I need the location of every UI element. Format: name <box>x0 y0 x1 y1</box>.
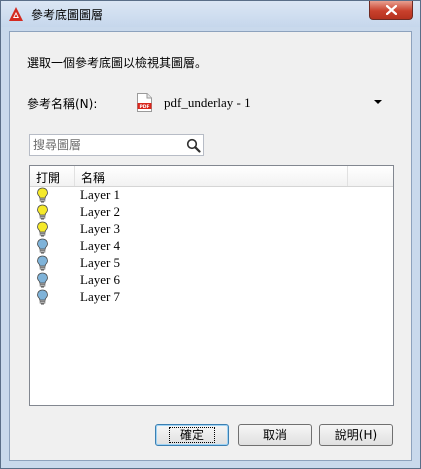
reference-name-value: pdf_underlay - 1 <box>164 95 251 110</box>
lightbulb-off-icon[interactable] <box>36 272 49 288</box>
cancel-button[interactable]: 取消 <box>238 424 312 446</box>
lightbulb-on-icon[interactable] <box>36 187 49 203</box>
lightbulb-on-icon[interactable] <box>36 221 49 237</box>
autocad-logo-icon <box>9 7 23 21</box>
layer-row[interactable]: Layer 7 <box>30 288 393 305</box>
layer-rows: Layer 1 Layer 2 Layer 3 Layer 4 Layer 5 Layer… <box>30 186 393 305</box>
window-title: 參考底圖圖層 <box>31 8 104 22</box>
ok-button-label: 確定 <box>168 427 215 443</box>
layer-row[interactable]: Layer 5 <box>30 254 393 271</box>
search-field[interactable] <box>29 134 204 156</box>
layer-name: Layer 4 <box>80 238 121 253</box>
title-bar[interactable]: 參考底圖圖層 <box>1 1 420 27</box>
layer-list[interactable]: 打開 名稱 Layer 1 Layer 2 Layer 3 Layer 4 Layer … <box>29 165 394 406</box>
layer-row[interactable]: Layer 2 <box>30 203 393 220</box>
layer-name: Layer 7 <box>80 289 121 304</box>
column-header-on[interactable]: 打開 <box>30 166 75 186</box>
search-icon[interactable] <box>186 138 201 153</box>
dialog-body: 選取一個參考底圖以檢視其圖層。 參考名稱(N): PDF pdf_underla… <box>9 31 412 461</box>
layer-name: Layer 6 <box>80 272 121 287</box>
column-header-name[interactable]: 名稱 <box>75 166 348 186</box>
lightbulb-off-icon[interactable] <box>36 289 49 305</box>
layer-name: Layer 5 <box>80 255 121 270</box>
svg-text:PDF: PDF <box>139 104 149 110</box>
help-button[interactable]: 說明(H) <box>319 424 393 446</box>
column-header-name-label: 名稱 <box>81 171 106 185</box>
lightbulb-on-icon[interactable] <box>36 204 49 220</box>
lightbulb-off-icon[interactable] <box>36 255 49 271</box>
list-header: 打開 名稱 <box>30 166 393 187</box>
chevron-down-icon <box>374 100 382 104</box>
layer-name: Layer 3 <box>80 221 121 236</box>
layer-name: Layer 2 <box>80 204 121 219</box>
column-header-on-label: 打開 <box>36 171 61 185</box>
layer-row[interactable]: Layer 1 <box>30 186 393 203</box>
layer-row[interactable]: Layer 4 <box>30 237 393 254</box>
close-button[interactable] <box>369 1 413 20</box>
instruction-text: 選取一個參考底圖以檢視其圖層。 <box>27 56 208 70</box>
layer-name: Layer 1 <box>80 187 121 202</box>
reference-name-dropdown[interactable]: PDF pdf_underlay - 1 <box>128 89 386 115</box>
reference-name-label: 參考名稱(N): <box>27 97 98 111</box>
layer-row[interactable]: Layer 3 <box>30 220 393 237</box>
close-icon <box>386 5 397 15</box>
dialog-window: 參考底圖圖層 選取一個參考底圖以檢視其圖層。 參考名稱(N): PDF pdf_… <box>0 0 421 469</box>
pdf-file-icon: PDF <box>137 93 152 112</box>
layer-row[interactable]: Layer 6 <box>30 271 393 288</box>
ok-button[interactable]: 確定 <box>155 424 229 446</box>
search-input[interactable] <box>33 137 183 153</box>
lightbulb-off-icon[interactable] <box>36 238 49 254</box>
column-header-filler <box>348 166 393 186</box>
